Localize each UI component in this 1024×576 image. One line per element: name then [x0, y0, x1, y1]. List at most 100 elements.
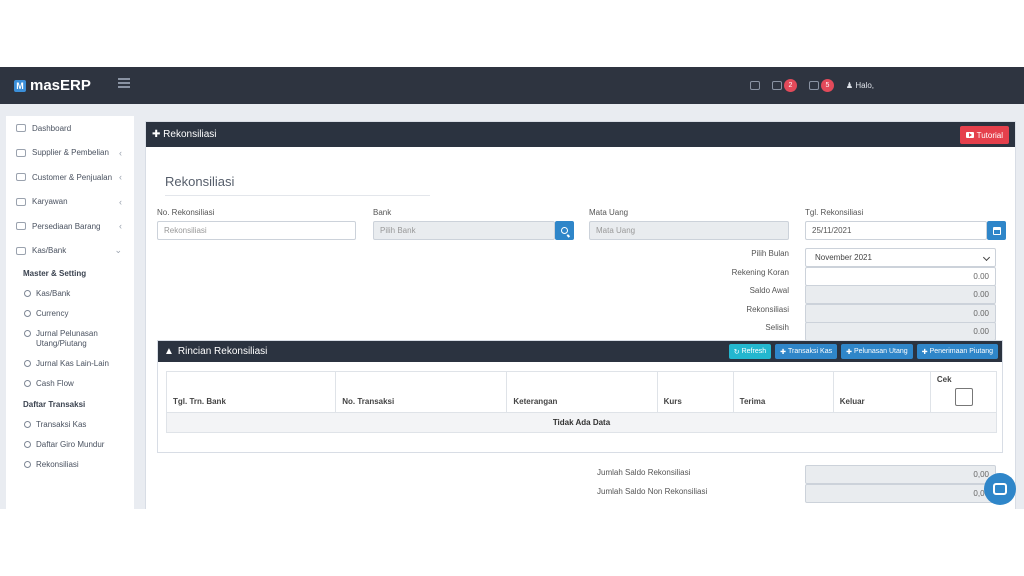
app-window: M masERP 2 5 ♟ Halo, Dashboard Supplier … — [0, 67, 1024, 509]
circle-icon — [24, 380, 31, 387]
calendar-badge: 5 — [820, 79, 834, 92]
sidebar-subitem-label: Daftar Giro Mundur — [36, 440, 105, 449]
select-all-checkbox[interactable] — [955, 388, 974, 406]
saldo-non-value: 0,00 — [805, 484, 996, 503]
sidebar-subitem-transaksi-kas[interactable]: Transaksi Kas — [6, 415, 134, 435]
panel-title: Rekonsiliasi — [163, 129, 217, 140]
rekonsiliasi-value: 0.00 — [805, 304, 996, 323]
column-header[interactable]: No. Transaksi — [335, 371, 508, 413]
sidebar-item-persediaan[interactable]: Persediaan Barang ‹ — [6, 214, 134, 239]
sidebar-subitem-label: Jurnal Pelunasan Utang/Piutang — [36, 329, 98, 348]
message-icon — [771, 81, 782, 90]
chevron-left-icon: ‹ — [119, 196, 122, 207]
sidebar-item-customer[interactable]: Customer & Penjualan ‹ — [6, 165, 134, 190]
bank-label: Bank — [373, 208, 392, 217]
table-header-row: Tgl. Trn. Bank No. Transaksi Keterangan … — [165, 371, 998, 413]
transaksi-kas-button[interactable]: ✚ Transaksi Kas — [775, 344, 838, 359]
plus-icon: ✚ — [921, 348, 928, 356]
home-icon — [16, 124, 26, 133]
sidebar-item-supplier[interactable]: Supplier & Pembelian ‹ — [6, 141, 134, 166]
tutorial-button[interactable]: Tutorial — [959, 126, 1009, 144]
sidebar-subitem-giro-mundur[interactable]: Daftar Giro Mundur — [6, 435, 134, 455]
date-picker-button[interactable] — [987, 221, 1006, 240]
pelunasan-utang-label: Pelunasan Utang — [853, 348, 908, 355]
lock-icon[interactable] — [749, 81, 760, 90]
credit-card-icon — [16, 173, 26, 182]
circle-icon — [24, 441, 31, 448]
sidebar-subitem-kas-bank[interactable]: Kas/Bank — [6, 284, 134, 304]
sidebar-subitem-cash-flow[interactable]: Cash Flow — [6, 374, 134, 394]
wallet-icon — [16, 246, 26, 255]
saldo-rekonsiliasi-label: Jumlah Saldo Rekonsiliasi — [597, 468, 691, 477]
cart-icon — [16, 148, 26, 157]
sidebar-group-transaksi: Daftar Transaksi — [23, 400, 86, 409]
date-input[interactable]: 25/11/2021 — [805, 221, 987, 240]
plus-icon: ✚ — [846, 348, 852, 356]
brand-logo[interactable]: M masERP — [14, 77, 91, 94]
table-row: Tidak Ada Data — [166, 412, 997, 433]
column-header[interactable]: Keterangan — [506, 371, 658, 413]
currency-input[interactable]: Mata Uang — [589, 221, 789, 240]
circle-icon — [24, 310, 31, 317]
top-navbar: M masERP 2 5 ♟ Halo, — [0, 67, 1024, 104]
bank-search-button[interactable] — [555, 221, 574, 240]
month-select[interactable]: November 2021 — [805, 248, 996, 267]
chat-widget-button[interactable] — [984, 473, 1016, 505]
rekening-koran-label: Rekening Koran — [731, 268, 789, 277]
column-header[interactable]: Kurs — [656, 371, 734, 413]
sidebar-item-kas-bank[interactable]: Kas/Bank ⌄ — [6, 239, 134, 264]
sidebar-item-karyawan[interactable]: Karyawan ‹ — [6, 190, 134, 215]
menu-toggle-icon[interactable] — [118, 78, 130, 88]
saldo-rekonsiliasi-value: 0,00 — [805, 465, 996, 484]
messages-notification[interactable]: 2 — [771, 79, 797, 92]
calendar-notification[interactable]: 5 — [808, 79, 834, 92]
sidebar-subitem-label: Currency — [36, 309, 69, 318]
chevron-down-icon — [982, 253, 991, 262]
rekening-koran-input[interactable]: 0.00 — [805, 267, 996, 286]
sidebar-subitem-label: Kas/Bank — [36, 289, 71, 298]
sidebar-subitem-rekonsiliasi[interactable]: Rekonsiliasi — [6, 455, 134, 475]
calendar-icon — [992, 226, 1001, 235]
selisih-label: Selisih — [765, 323, 789, 332]
saldo-non-label: Jumlah Saldo Non Rekonsiliasi — [597, 487, 708, 496]
bank-input[interactable]: Pilih Bank — [373, 221, 555, 240]
chat-icon — [993, 483, 1007, 495]
column-header[interactable]: Tgl. Trn. Bank — [165, 371, 337, 413]
sidebar-item-dashboard[interactable]: Dashboard — [6, 116, 134, 141]
plus-icon: ✚ — [780, 348, 786, 356]
column-header[interactable]: Keluar — [832, 371, 931, 413]
pelunasan-utang-button[interactable]: ✚ Pelunasan Utang — [841, 344, 913, 359]
sidebar-subitem-label: Transaksi Kas — [36, 420, 87, 429]
refresh-button[interactable]: ↻ Refresh — [728, 344, 772, 359]
rincian-panel: ▲ Rincian Rekonsiliasi ↻ Refresh ✚ Transak… — [157, 340, 1003, 453]
no-rekonsiliasi-input[interactable]: Rekonsiliasi — [157, 221, 356, 240]
messages-badge: 2 — [783, 79, 797, 92]
column-header-cek: Cek — [929, 371, 998, 413]
chevron-left-icon: ‹ — [119, 172, 122, 183]
date-label: Tgl. Rekonsiliasi — [805, 208, 864, 217]
circle-icon — [24, 360, 31, 367]
user-greeting: Halo, — [855, 81, 874, 90]
circle-icon — [24, 461, 31, 468]
selisih-value: 0.00 — [805, 322, 996, 341]
id-card-icon — [16, 197, 26, 206]
penerimaan-piutang-button[interactable]: ✚ Penerimaan Piutang — [916, 344, 998, 359]
sidebar-subitem-currency[interactable]: Currency — [6, 304, 134, 324]
sidebar-group-master: Master & Setting — [23, 269, 87, 278]
rekonsiliasi-panel: ✚ Rekonsiliasi Tutorial Rekonsiliasi No.… — [145, 121, 1016, 509]
road-icon: ▲ — [164, 346, 174, 357]
rincian-actions: ↻ Refresh ✚ Transaksi Kas ✚ Pelunasan Utang… — [728, 344, 998, 359]
circle-icon — [24, 421, 31, 428]
column-header[interactable]: Terima — [732, 371, 834, 413]
circle-icon — [24, 330, 31, 337]
sidebar-subitem-jurnal-kas[interactable]: Jurnal Kas Lain-Lain — [6, 354, 134, 374]
sidebar-item-label: Supplier & Pembelian — [32, 148, 109, 158]
youtube-icon — [965, 132, 974, 138]
chevron-left-icon: ‹ — [119, 221, 122, 232]
no-rekonsiliasi-label: No. Rekonsiliasi — [157, 208, 215, 217]
user-menu[interactable]: ♟ Halo, — [846, 81, 874, 90]
sidebar-subitem-jurnal-pelunasan[interactable]: Jurnal Pelunasan Utang/Piutang — [6, 324, 134, 354]
saldo-awal-label: Saldo Awal — [749, 286, 789, 295]
rekonsiliasi-label: Rekonsiliasi — [746, 305, 789, 314]
rincian-table: Tgl. Trn. Bank No. Transaksi Keterangan … — [165, 371, 998, 433]
